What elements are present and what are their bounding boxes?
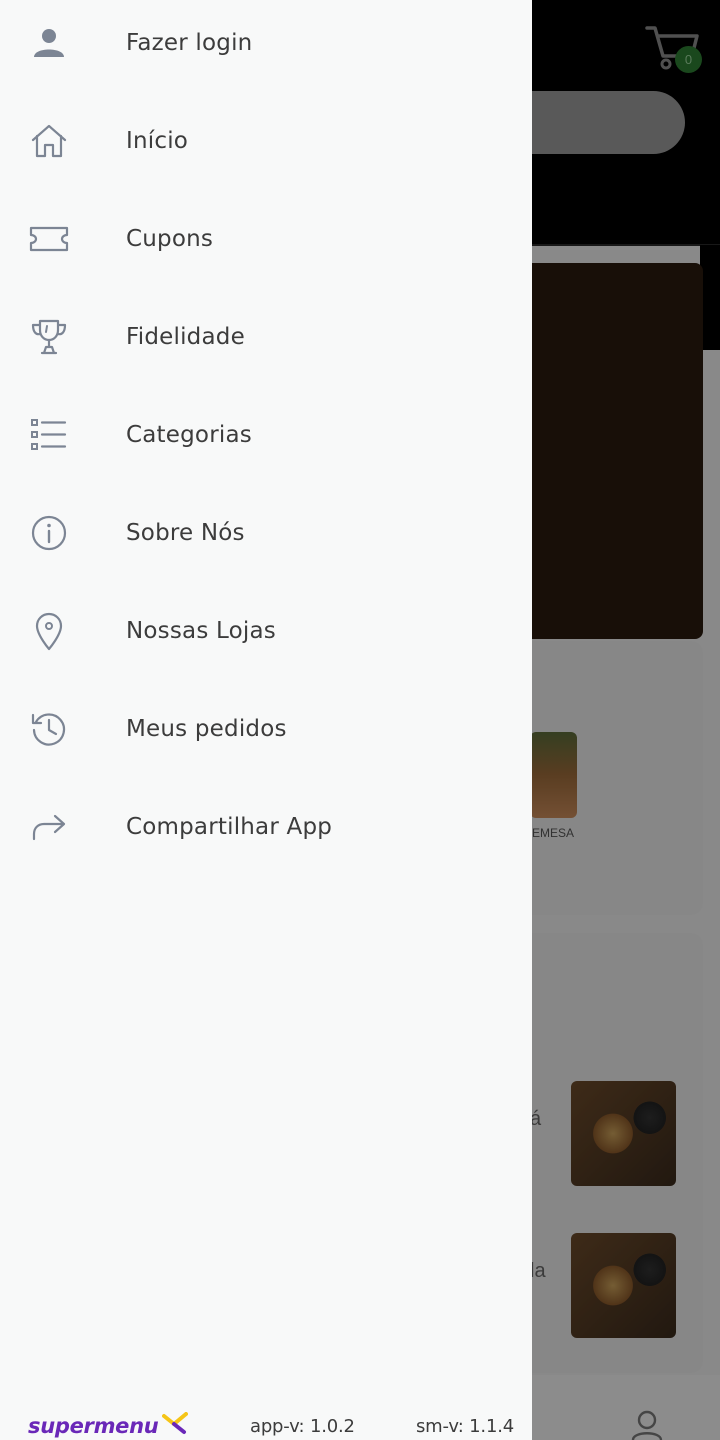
- menu-label: Fazer login: [126, 30, 253, 56]
- location-pin-icon: [29, 611, 69, 651]
- supermenu-logo: supermenu: [28, 1412, 193, 1440]
- menu-label: Início: [126, 128, 189, 154]
- menu-item-orders[interactable]: Meus pedidos: [0, 680, 532, 778]
- menu-item-home[interactable]: Início: [0, 92, 532, 190]
- menu-item-about[interactable]: Sobre Nós: [0, 484, 532, 582]
- person-icon: [29, 23, 69, 63]
- navigation-drawer: Fazer login Início Cupons Fidelidade Cat…: [0, 0, 532, 1440]
- menu-label: Cupons: [126, 226, 214, 252]
- menu-label: Fidelidade: [126, 324, 245, 350]
- trophy-icon: [29, 317, 69, 357]
- menu-item-loyalty[interactable]: Fidelidade: [0, 288, 532, 386]
- menu-label: Sobre Nós: [126, 520, 245, 546]
- info-icon: [29, 513, 69, 553]
- menu-item-share[interactable]: Compartilhar App: [0, 778, 532, 876]
- ticket-icon: [29, 219, 69, 259]
- logo-text: supermenu: [28, 1414, 159, 1438]
- menu-item-categories[interactable]: Categorias: [0, 386, 532, 484]
- menu-label: Meus pedidos: [126, 716, 287, 742]
- menu-item-stores[interactable]: Nossas Lojas: [0, 582, 532, 680]
- history-icon: [29, 709, 69, 749]
- menu-label: Categorias: [126, 422, 252, 448]
- sm-version: sm-v: 1.1.4: [416, 1416, 514, 1437]
- home-icon: [29, 121, 69, 161]
- logo-mark-icon: [162, 1412, 188, 1434]
- menu-label: Nossas Lojas: [126, 618, 276, 644]
- menu-item-login[interactable]: Fazer login: [0, 0, 532, 92]
- app-version: app-v: 1.0.2: [250, 1416, 355, 1437]
- list-icon: [29, 415, 69, 455]
- menu-label: Compartilhar App: [126, 814, 333, 840]
- menu-item-coupons[interactable]: Cupons: [0, 190, 532, 288]
- share-icon: [29, 807, 69, 847]
